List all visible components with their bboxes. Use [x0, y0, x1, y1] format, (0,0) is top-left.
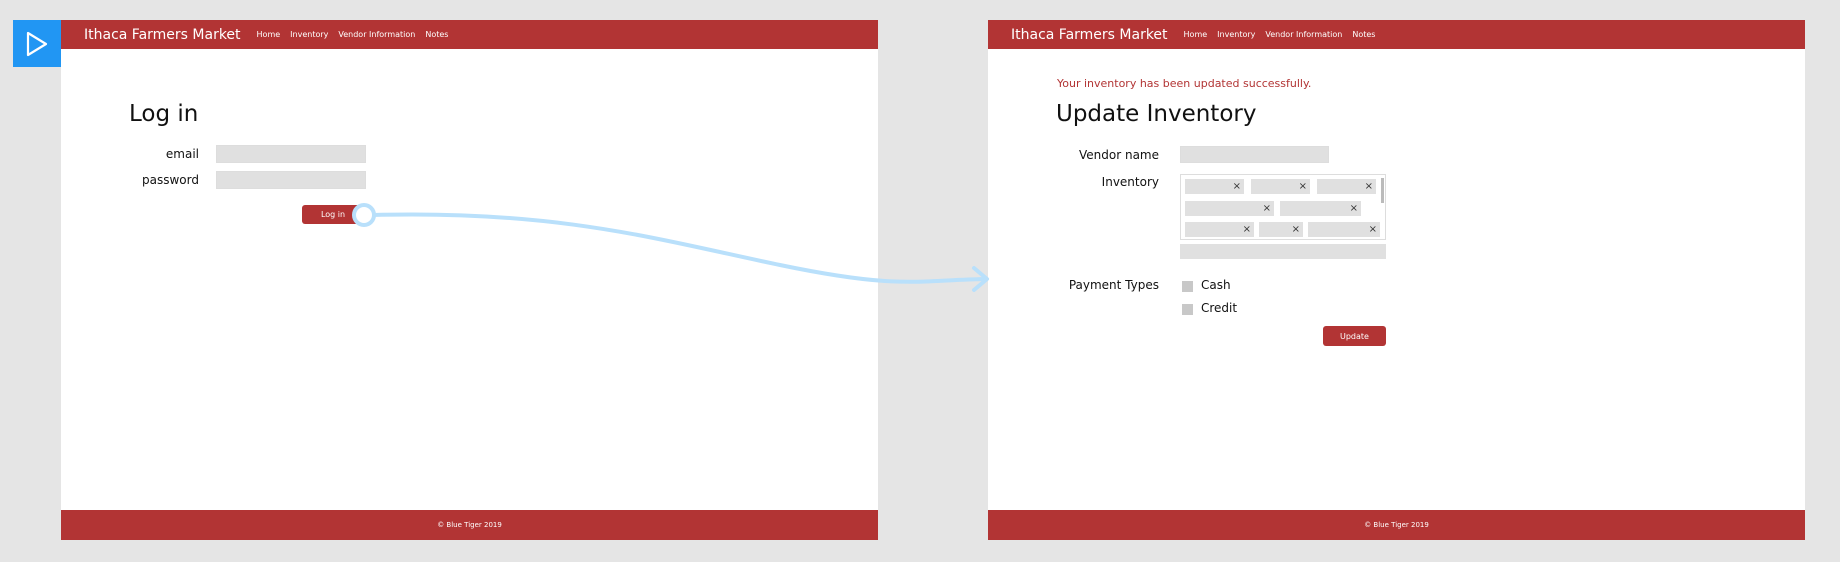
- flow-connector: [352, 203, 989, 292]
- flow-arrow: [372, 212, 986, 284]
- connector-origin-icon: [352, 203, 376, 227]
